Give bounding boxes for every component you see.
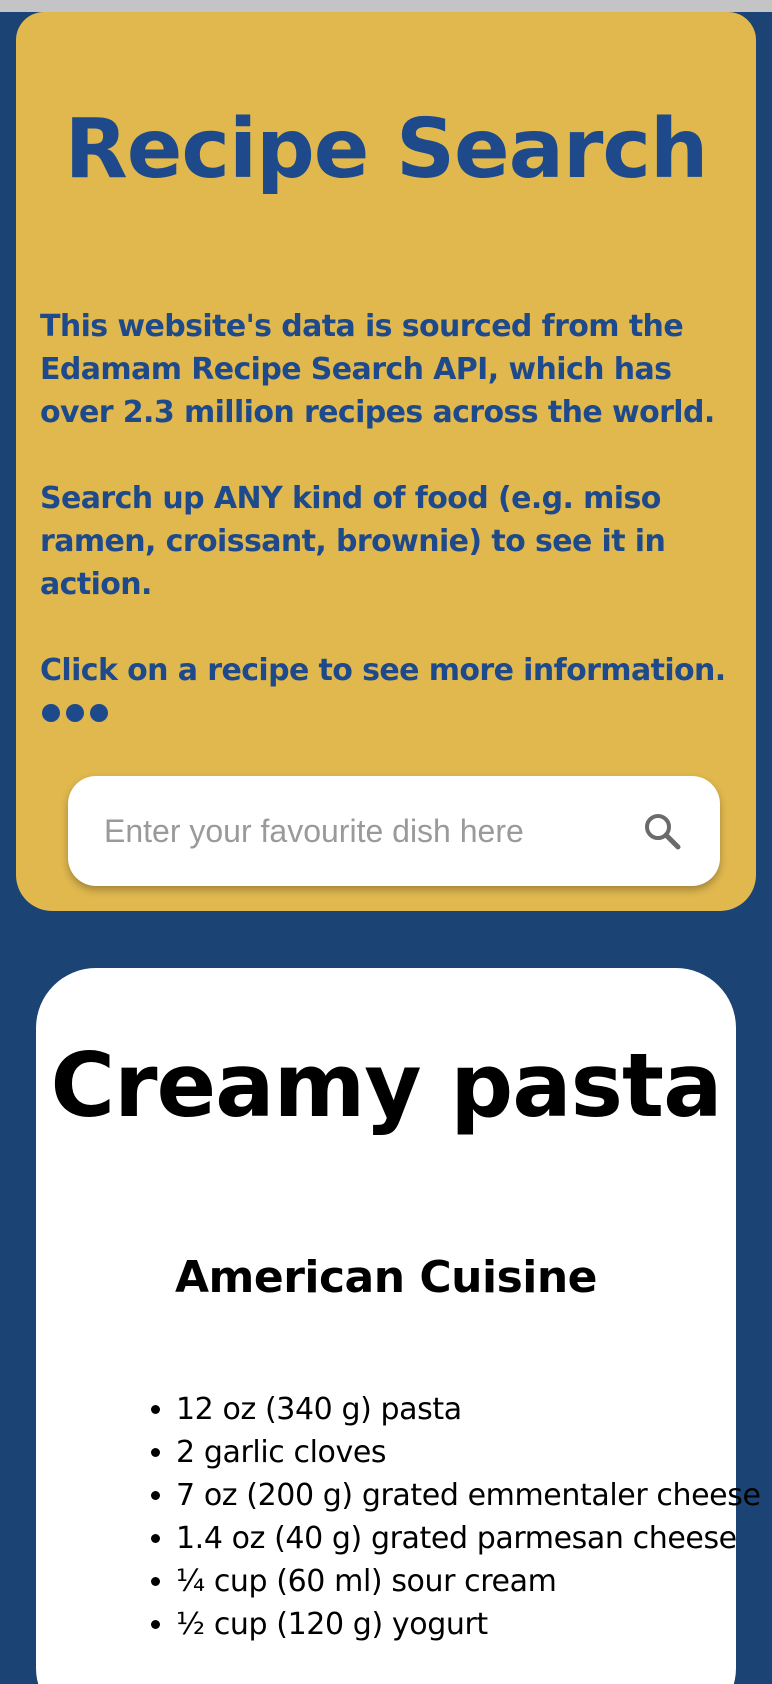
page-title: Recipe Search	[64, 102, 709, 197]
dot	[90, 704, 108, 722]
intro-paragraph-source: This website's data is sourced from the …	[40, 309, 715, 430]
intro-paragraph-search-hint: Search up ANY kind of food (e.g. miso ra…	[40, 481, 666, 602]
ingredient-item: ½ cup (120 g) yogurt	[176, 1603, 772, 1646]
recipe-card[interactable]: Creamy pasta American Cuisine 12 oz (340…	[36, 968, 761, 1684]
ingredient-item: 7 oz (200 g) grated emmentaler cheese	[176, 1474, 772, 1517]
browser-top-bar	[0, 0, 772, 12]
ingredient-item: 12 oz (340 g) pasta	[176, 1388, 772, 1431]
dot	[42, 704, 60, 722]
intro-text: This website's data is sourced from the …	[40, 305, 740, 692]
ingredient-item: 1.4 oz (40 g) grated parmesan cheese	[176, 1517, 772, 1560]
ingredient-list: 12 oz (340 g) pasta 2 garlic cloves 7 oz…	[140, 1388, 772, 1646]
recipe-cuisine: American Cuisine	[174, 1252, 598, 1303]
search-icon[interactable]	[642, 811, 682, 851]
loading-dots	[42, 704, 108, 724]
intro-paragraph-click-hint: Click on a recipe to see more informatio…	[40, 653, 726, 688]
search-input[interactable]	[104, 776, 624, 886]
ingredient-item: ¼ cup (60 ml) sour cream	[176, 1560, 772, 1603]
dot	[66, 704, 84, 722]
search-box	[68, 776, 720, 886]
recipe-title: Creamy pasta	[50, 1034, 723, 1137]
hero-panel: Recipe Search This website's data is sou…	[16, 12, 756, 911]
ingredient-item: 2 garlic cloves	[176, 1431, 772, 1474]
